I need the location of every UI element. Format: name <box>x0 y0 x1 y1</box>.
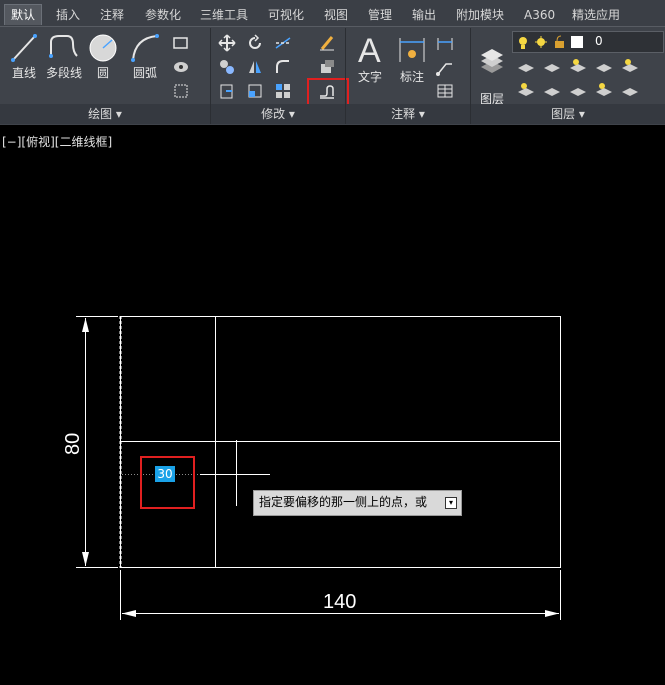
rectangle-icon[interactable] <box>172 34 190 52</box>
text-label: 文字 <box>357 70 382 84</box>
tab-parametric[interactable]: 参数化 <box>139 5 187 25</box>
arc-label: 圆弧 <box>132 66 157 80</box>
prompt-text: 指定要偏移的那一侧上的点，或 <box>259 495 428 509</box>
dim-text-width: 140 <box>323 591 357 613</box>
trim-icon[interactable] <box>274 34 292 52</box>
tab-addins[interactable]: 附加模块 <box>450 5 510 25</box>
dimension-button[interactable]: 标注 <box>394 32 430 85</box>
leader-icon[interactable] <box>436 58 454 76</box>
polyline-label: 多段线 <box>45 66 82 80</box>
outer-rectangle <box>120 316 561 568</box>
tab-featured-apps[interactable]: 精选应用 <box>566 5 626 25</box>
copy-icon[interactable] <box>218 58 236 76</box>
dim-arrow-left <box>122 610 136 617</box>
dimension-icon <box>399 38 425 62</box>
rotate-icon[interactable] <box>246 34 264 52</box>
region-icon[interactable] <box>172 82 190 100</box>
layer-stack-icon <box>481 49 503 73</box>
text-button[interactable]: A 文字 <box>352 32 388 85</box>
ribbon-tab-bar: 默认 插入 注释 参数化 三维工具 可视化 视图 管理 输出 附加模块 A360… <box>0 0 665 26</box>
line-label: 直线 <box>11 66 36 80</box>
hatch-icon[interactable] <box>172 58 190 76</box>
arc-icon <box>131 34 159 62</box>
tab-insert[interactable]: 插入 <box>50 5 86 25</box>
scale-icon[interactable] <box>246 82 264 100</box>
arc-button[interactable]: 圆弧 <box>128 32 162 81</box>
tab-output[interactable]: 输出 <box>406 5 442 25</box>
line-button[interactable]: 直线 <box>6 32 42 81</box>
dim-arrow-right <box>545 610 559 617</box>
dim-arrow-up <box>82 318 89 332</box>
mirror-icon[interactable] <box>246 58 264 76</box>
dim-arrow-down <box>82 552 89 566</box>
tab-annotate[interactable]: 注释 <box>94 5 130 25</box>
polyline-icon <box>49 35 78 58</box>
command-prompt-tooltip: 指定要偏移的那一侧上的点，或 ▾ <box>253 490 462 516</box>
circle-label: 圆 <box>96 66 109 80</box>
circle-icon <box>89 34 117 62</box>
circle-button[interactable]: 圆 <box>86 32 120 81</box>
tab-a360[interactable]: A360 <box>518 5 561 25</box>
array-icon[interactable] <box>274 82 292 100</box>
fillet-icon[interactable] <box>274 58 292 76</box>
layer-dropdown[interactable]: 0 <box>512 31 664 53</box>
offset-distance-input[interactable]: 30 <box>155 466 175 482</box>
explode-icon[interactable] <box>318 58 336 76</box>
polyline-button[interactable]: 多段线 <box>44 32 84 81</box>
draw-group-footer[interactable]: 绘图 ▾ <box>0 104 210 124</box>
move-icon[interactable] <box>218 34 236 52</box>
layer-state-icons <box>519 35 583 49</box>
tab-view[interactable]: 视图 <box>318 5 354 25</box>
layer-group-footer[interactable]: 图层 ▾ <box>471 104 665 124</box>
tab-manage[interactable]: 管理 <box>362 5 398 25</box>
viewport-controls[interactable]: [−][俯视][二维线框] <box>2 133 112 150</box>
stretch-icon[interactable] <box>218 82 236 100</box>
tab-visualize[interactable]: 可视化 <box>262 5 310 25</box>
text-a-icon: A <box>358 32 381 68</box>
tab-3d-tools[interactable]: 三维工具 <box>194 5 254 25</box>
input-highlight <box>140 456 195 509</box>
dimension-label: 标注 <box>399 70 424 84</box>
linear-dim-icon[interactable] <box>436 34 454 52</box>
dim-text-height: 80 <box>62 432 84 455</box>
options-dropdown-icon[interactable]: ▾ <box>445 497 457 509</box>
annotate-group-footer[interactable]: 注释 ▾ <box>346 104 470 124</box>
current-layer-name: 0 <box>595 34 603 48</box>
table-icon[interactable] <box>436 82 454 100</box>
svg-text:A: A <box>358 32 381 68</box>
modify-group-footer[interactable]: 修改 ▾ <box>211 104 345 124</box>
erase-icon[interactable] <box>318 34 336 52</box>
line-icon <box>11 34 37 62</box>
tab-default[interactable]: 默认 <box>4 4 43 25</box>
